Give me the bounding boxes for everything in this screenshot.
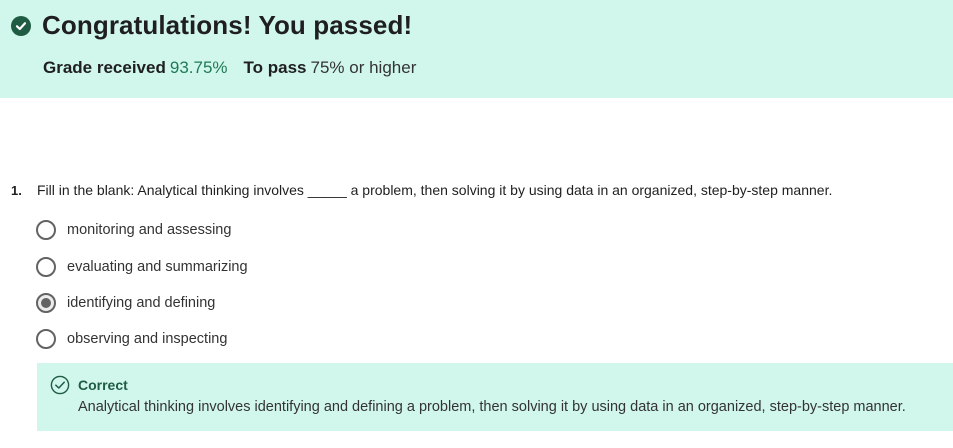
answer-option[interactable]: monitoring and assessing: [36, 220, 231, 240]
feedback-explanation: Analytical thinking involves identifying…: [78, 399, 906, 415]
radio-button[interactable]: [36, 220, 56, 240]
answer-option[interactable]: observing and inspecting: [36, 329, 227, 349]
feedback-status: Correct: [78, 377, 128, 393]
grade-row: Grade received 93.75% To pass 75% or higher: [43, 58, 416, 78]
radio-button-checked[interactable]: [36, 293, 56, 313]
grade-label: Grade received: [43, 58, 166, 77]
question-text: Fill in the blank: Analytical thinking i…: [37, 182, 833, 198]
radio-button[interactable]: [36, 329, 56, 349]
answer-option[interactable]: evaluating and summarizing: [36, 257, 248, 277]
option-label: monitoring and assessing: [67, 222, 232, 238]
option-label: evaluating and summarizing: [67, 259, 248, 275]
check-circle-icon: [11, 15, 31, 36]
check-circle-outline-icon: [50, 375, 70, 395]
pass-value: 75% or higher: [310, 58, 417, 77]
question-prompt: 1. Fill in the blank: Analytical thinking…: [11, 182, 832, 198]
banner-title: Congratulations! You passed!: [42, 10, 413, 40]
option-label: identifying and defining: [67, 295, 216, 311]
question-number: 1.: [11, 183, 22, 198]
result-banner: Congratulations! You passed! Grade recei…: [0, 0, 953, 98]
answer-option-selected[interactable]: identifying and defining: [36, 293, 215, 313]
banner-title-row: Congratulations! You passed!: [11, 10, 412, 41]
option-label: observing and inspecting: [67, 331, 228, 347]
grade-value: 93.75%: [169, 58, 228, 77]
feedback-box: Correct Analytical thinking involves ide…: [37, 363, 953, 431]
pass-label: To pass: [243, 58, 307, 77]
radio-button[interactable]: [36, 257, 56, 277]
